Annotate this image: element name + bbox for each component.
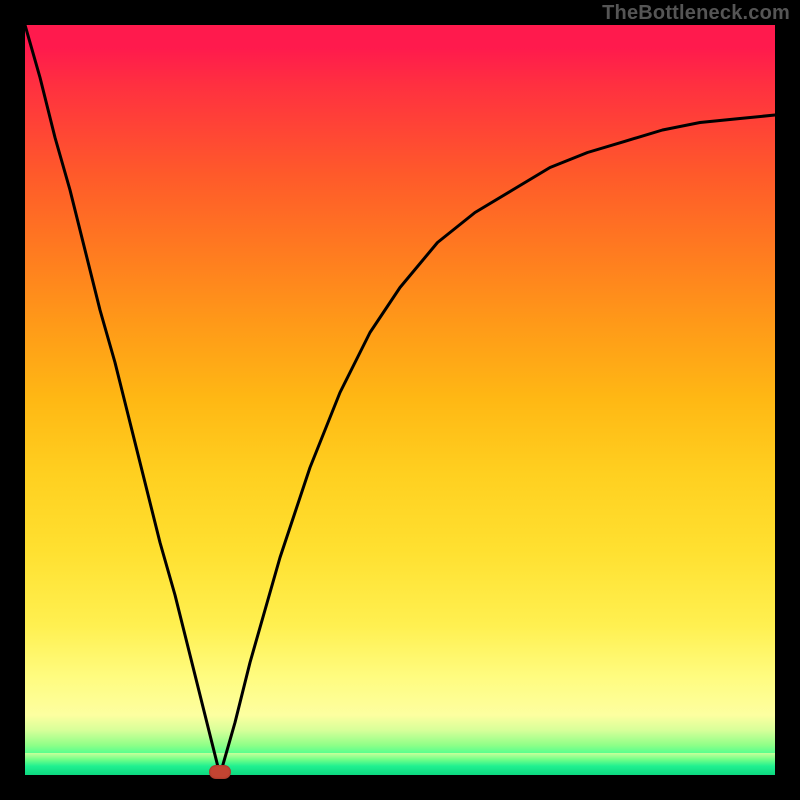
plot-area [25, 25, 775, 775]
chart-frame: TheBottleneck.com [0, 0, 800, 800]
optimum-marker [209, 765, 231, 779]
bottleneck-curve [25, 25, 775, 775]
attribution-text: TheBottleneck.com [602, 2, 790, 25]
